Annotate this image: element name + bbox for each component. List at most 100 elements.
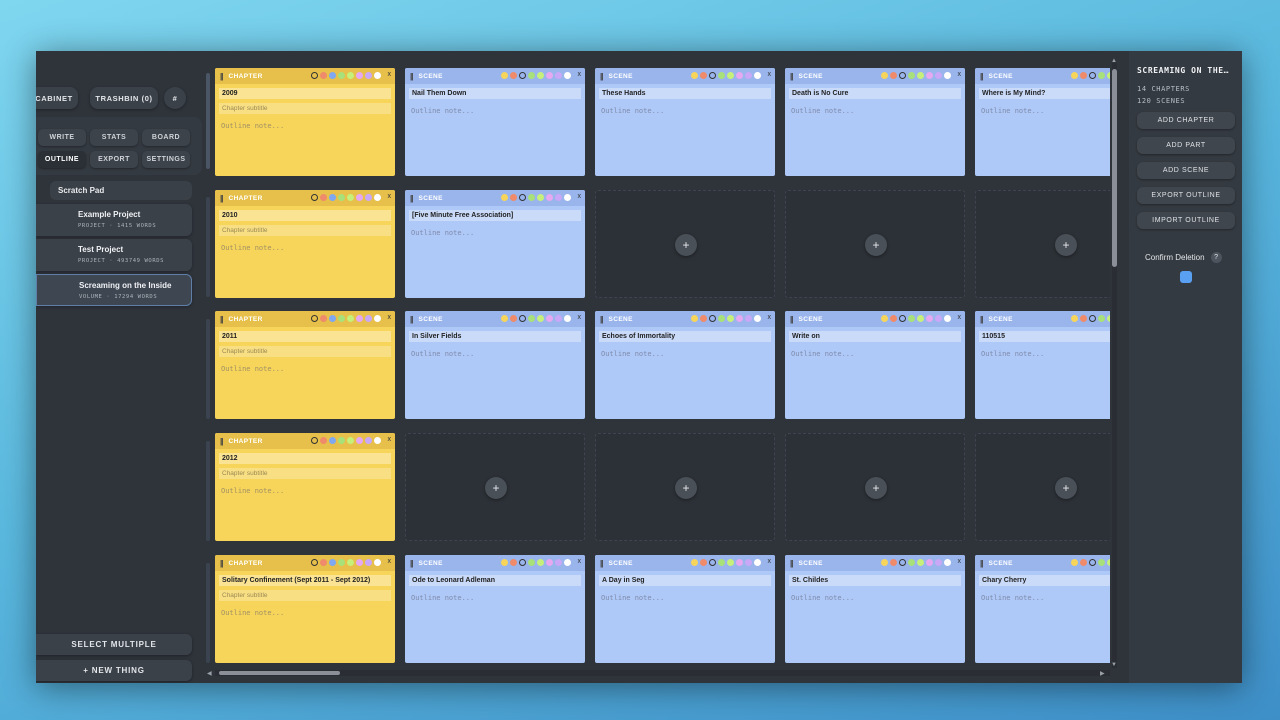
scene-title-input[interactable]: Where is My Mind? — [979, 88, 1110, 99]
tab-write[interactable]: WRITE — [38, 129, 86, 146]
color-dot[interactable] — [329, 194, 336, 201]
color-dot[interactable] — [899, 315, 906, 322]
outline-note-input[interactable]: Outline note... — [411, 229, 585, 237]
outline-note-input[interactable]: Outline note... — [411, 350, 585, 358]
outline-note-input[interactable]: Outline note... — [221, 365, 395, 373]
color-dot[interactable] — [519, 315, 526, 322]
color-dot[interactable] — [546, 559, 553, 566]
close-icon[interactable]: x — [388, 71, 392, 78]
color-dot[interactable] — [510, 194, 517, 201]
scene-title-input[interactable]: 110515 — [979, 331, 1110, 342]
color-dot[interactable] — [1071, 72, 1078, 79]
color-dot[interactable] — [564, 559, 571, 566]
color-dot[interactable] — [1107, 559, 1110, 566]
color-dot[interactable] — [908, 559, 915, 566]
outline-note-input[interactable]: Outline note... — [601, 350, 775, 358]
close-icon[interactable]: x — [388, 558, 392, 565]
close-icon[interactable]: x — [578, 193, 582, 200]
color-dot[interactable] — [311, 194, 318, 201]
color-dot[interactable] — [347, 559, 354, 566]
color-dot[interactable] — [510, 559, 517, 566]
color-dot[interactable] — [564, 315, 571, 322]
outline-note-input[interactable]: Outline note... — [981, 594, 1110, 602]
color-dot[interactable] — [944, 315, 951, 322]
chapter-subtitle-input[interactable]: Chapter subtitle — [219, 590, 391, 601]
add-part-button[interactable]: ADD PART — [1137, 137, 1235, 154]
close-icon[interactable]: x — [958, 314, 962, 321]
color-dot[interactable] — [935, 315, 942, 322]
outline-note-input[interactable]: Outline note... — [791, 107, 965, 115]
outline-note-input[interactable]: Outline note... — [221, 122, 395, 130]
color-dot[interactable] — [1089, 315, 1096, 322]
add-scene-button[interactable]: ADD SCENE — [1137, 162, 1235, 179]
color-dot[interactable] — [564, 194, 571, 201]
scene-title-input[interactable]: [Five Minute Free Association] — [409, 210, 581, 221]
scene-card[interactable]: || SCENE x St. Childes Outline note... — [785, 555, 965, 663]
close-icon[interactable]: x — [768, 314, 772, 321]
outline-note-input[interactable]: Outline note... — [601, 107, 775, 115]
horizontal-scrollbar[interactable] — [215, 670, 1110, 676]
color-dot[interactable] — [890, 559, 897, 566]
chapter-card[interactable]: || CHAPTER x 2009 Chapter subtitle Outline no… — [215, 68, 395, 176]
color-dot[interactable] — [347, 72, 354, 79]
color-dot[interactable] — [501, 315, 508, 322]
drag-handle-icon[interactable]: || — [980, 72, 984, 81]
drag-handle-icon[interactable]: || — [980, 559, 984, 568]
scene-title-input[interactable]: Nail Them Down — [409, 88, 581, 99]
color-dot[interactable] — [926, 559, 933, 566]
color-dot[interactable] — [320, 72, 327, 79]
new-thing-button[interactable]: + NEW THING — [36, 660, 192, 681]
color-dot[interactable] — [1107, 72, 1110, 79]
tab-board[interactable]: BOARD — [142, 129, 190, 146]
drag-handle-icon[interactable]: || — [790, 315, 794, 324]
drag-handle-icon[interactable]: || — [410, 559, 414, 568]
hash-button[interactable]: # — [164, 87, 186, 109]
color-dot[interactable] — [727, 72, 734, 79]
chapter-subtitle-input[interactable]: Chapter subtitle — [219, 346, 391, 357]
color-dot[interactable] — [356, 72, 363, 79]
cabinet-button[interactable]: CABINET — [36, 87, 78, 109]
scene-title-input[interactable]: These Hands — [599, 88, 771, 99]
color-dot[interactable] — [374, 437, 381, 444]
chapter-card[interactable]: || CHAPTER x Solitary Confinement (Sept 201… — [215, 555, 395, 663]
color-dot[interactable] — [329, 559, 336, 566]
color-dot[interactable] — [1071, 559, 1078, 566]
color-dot[interactable] — [1098, 559, 1105, 566]
color-dot[interactable] — [374, 315, 381, 322]
color-dot[interactable] — [890, 315, 897, 322]
drag-handle-icon[interactable]: || — [410, 194, 414, 203]
color-dot[interactable] — [1098, 72, 1105, 79]
color-dot[interactable] — [519, 559, 526, 566]
color-dot[interactable] — [1080, 559, 1087, 566]
tab-settings[interactable]: SETTINGS — [142, 151, 190, 168]
scene-title-input[interactable]: In Silver Fields — [409, 331, 581, 342]
color-dot[interactable] — [1071, 315, 1078, 322]
color-dot[interactable] — [338, 72, 345, 79]
color-dot[interactable] — [1080, 315, 1087, 322]
add-scene-plus-button[interactable]: + — [1055, 477, 1077, 499]
chapter-title-input[interactable]: Solitary Confinement (Sept 2011 - Sept 2… — [219, 575, 391, 586]
add-scene-plus-button[interactable]: + — [675, 477, 697, 499]
chapter-title-input[interactable]: 2012 — [219, 453, 391, 464]
drag-handle-icon[interactable]: || — [220, 194, 224, 203]
drag-handle-icon[interactable]: || — [980, 315, 984, 324]
color-dot[interactable] — [519, 72, 526, 79]
color-dot[interactable] — [754, 315, 761, 322]
color-dot[interactable] — [374, 194, 381, 201]
color-dot[interactable] — [754, 72, 761, 79]
color-dot[interactable] — [311, 72, 318, 79]
tab-export[interactable]: EXPORT — [90, 151, 138, 168]
drag-handle-icon[interactable]: || — [600, 315, 604, 324]
scene-title-input[interactable]: St. Childes — [789, 575, 961, 586]
color-dot[interactable] — [311, 437, 318, 444]
confirm-deletion-checkbox[interactable] — [1180, 271, 1192, 283]
color-dot[interactable] — [555, 559, 562, 566]
color-dot[interactable] — [347, 437, 354, 444]
color-dot[interactable] — [311, 559, 318, 566]
color-dot[interactable] — [338, 315, 345, 322]
chapter-card[interactable]: || CHAPTER x 2011 Chapter subtitle Outline no… — [215, 311, 395, 419]
color-dot[interactable] — [718, 559, 725, 566]
color-dot[interactable] — [537, 559, 544, 566]
color-dot[interactable] — [338, 194, 345, 201]
color-dot[interactable] — [374, 72, 381, 79]
